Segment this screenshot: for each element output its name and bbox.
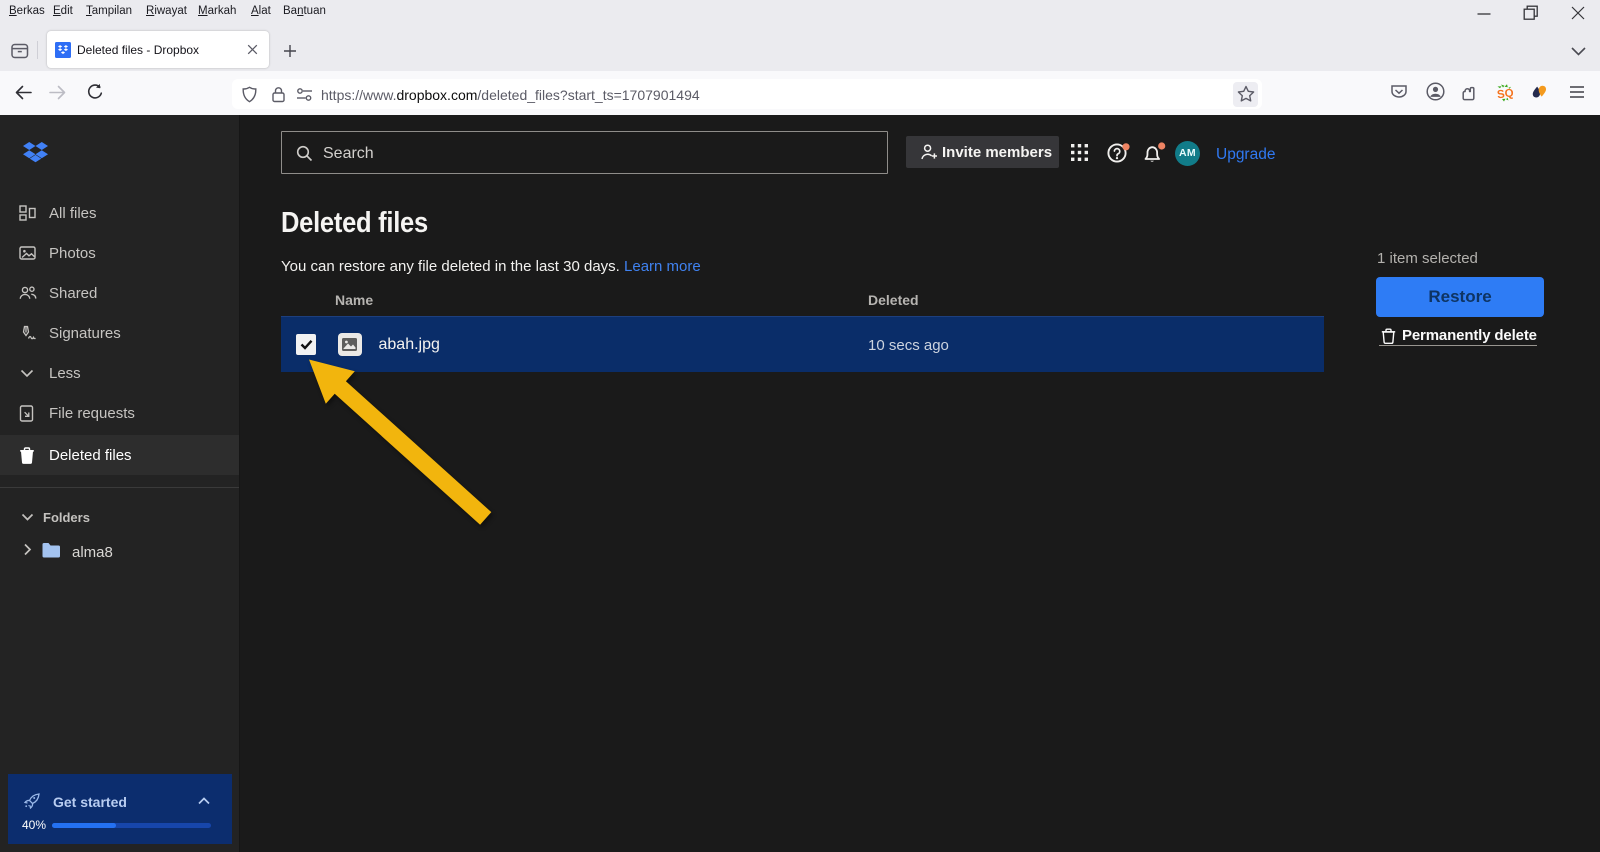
svg-text:SQ: SQ (1496, 87, 1514, 101)
